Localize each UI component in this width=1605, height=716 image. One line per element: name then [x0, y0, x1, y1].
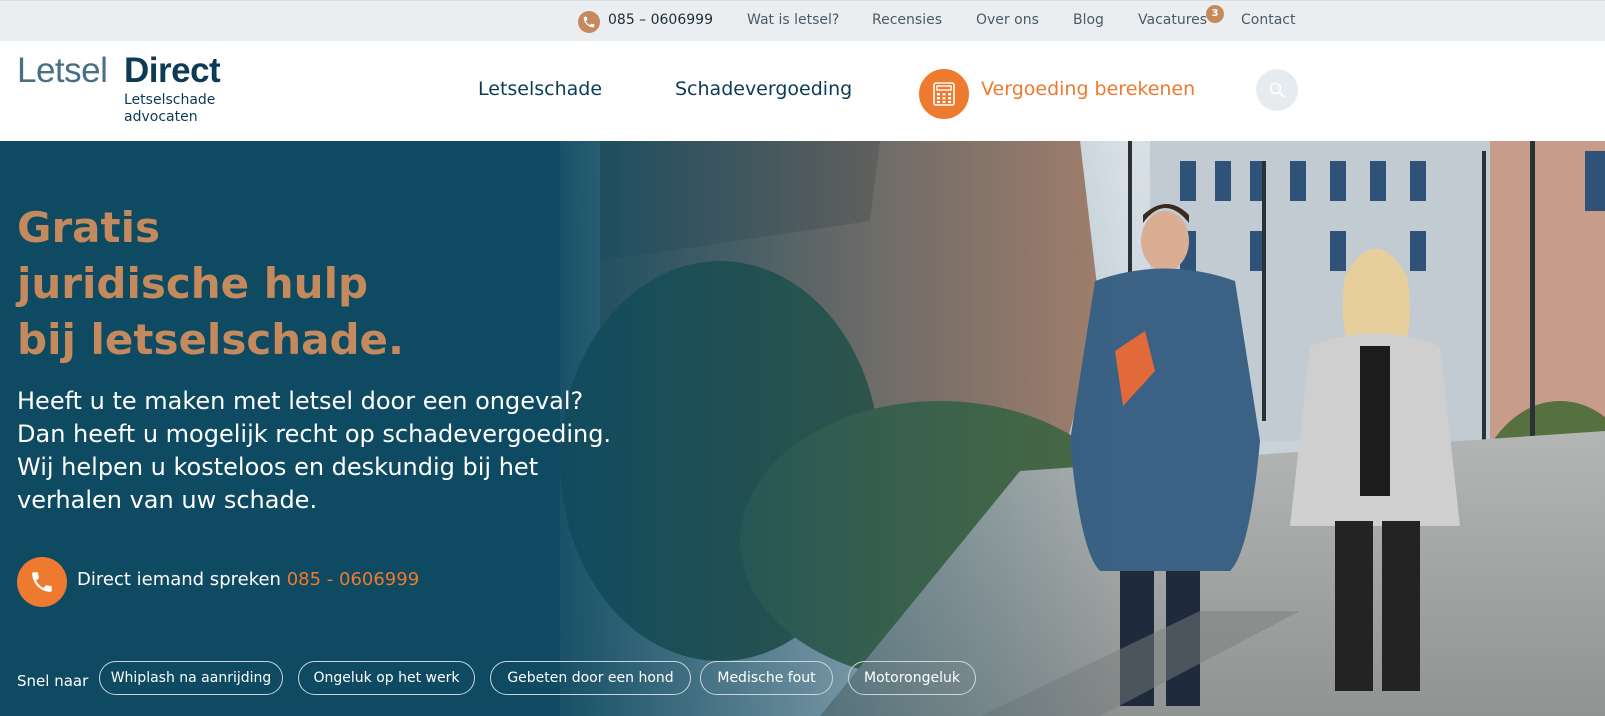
- hero-title-line: juridische hulp: [17, 259, 369, 308]
- calculator-icon[interactable]: [919, 69, 969, 119]
- topbar-link-blog[interactable]: Blog: [1073, 12, 1104, 28]
- call-label: Direct iemand spreken: [77, 569, 281, 590]
- main-header: Letsel Direct Letselschade advocaten Let…: [0, 41, 1605, 141]
- hero-description: Heeft u te maken met letsel door een ong…: [17, 385, 657, 517]
- topbar-link-vacatures[interactable]: Vacatures: [1138, 12, 1207, 28]
- call-cta[interactable]: Direct iemand spreken 085 - 0606999: [77, 569, 419, 590]
- topbar-phone-link[interactable]: 085 – 0606999: [608, 12, 713, 28]
- hero-title: Gratis juridische hulp bij letselschade.: [17, 200, 404, 368]
- topbar-link-contact[interactable]: Contact: [1241, 12, 1295, 28]
- topbar-link-over-ons[interactable]: Over ons: [976, 12, 1039, 28]
- call-number-link[interactable]: 085 - 0606999: [287, 569, 419, 590]
- hero-description-line: verhalen van uw schade.: [17, 486, 318, 514]
- hero-title-line: Gratis: [17, 203, 161, 252]
- phone-icon[interactable]: [578, 11, 600, 33]
- quicklink-whiplash[interactable]: Whiplash na aanrijding: [99, 661, 283, 695]
- quicklink-motorongeluk[interactable]: Motorongeluk: [848, 661, 976, 695]
- hero-section: Gratis juridische hulp bij letselschade.…: [0, 141, 1605, 716]
- quicklink-gebeten-hond[interactable]: Gebeten door een hond: [490, 661, 691, 695]
- hero-description-line: Dan heeft u mogelijk recht op schadeverg…: [17, 420, 612, 448]
- quicklink-medische-fout[interactable]: Medische fout: [700, 661, 833, 695]
- logo-word-letsel: Letsel: [17, 51, 108, 90]
- nav-letselschade[interactable]: Letselschade: [478, 78, 602, 100]
- quicklinks-label: Snel naar: [17, 672, 89, 690]
- topbar-link-wat-is-letsel[interactable]: Wat is letsel?: [747, 12, 839, 28]
- search-button[interactable]: [1256, 69, 1298, 111]
- topbar-link-recensies[interactable]: Recensies: [872, 12, 942, 28]
- hero-description-line: Wij helpen u kosteloos en deskundig bij …: [17, 453, 539, 481]
- logo-word-direct: Direct: [124, 51, 221, 90]
- nav-schadevergoeding[interactable]: Schadevergoeding: [675, 78, 852, 100]
- hero-title-line: bij letselschade.: [17, 315, 404, 364]
- nav-vergoeding-berekenen[interactable]: Vergoeding berekenen: [981, 78, 1195, 100]
- quicklink-ongeluk-werk[interactable]: Ongeluk op het werk: [298, 661, 475, 695]
- logo-subtitle-line1: Letselschade: [124, 92, 216, 108]
- logo-subtitle-line2: advocaten: [124, 109, 198, 125]
- hero-description-line: Heeft u te maken met letsel door een ong…: [17, 387, 584, 415]
- search-icon: [1269, 82, 1285, 98]
- vacatures-count-badge: 3: [1206, 5, 1224, 23]
- call-icon[interactable]: [17, 557, 67, 607]
- top-bar: 085 – 0606999 Wat is letsel? Recensies O…: [0, 0, 1605, 41]
